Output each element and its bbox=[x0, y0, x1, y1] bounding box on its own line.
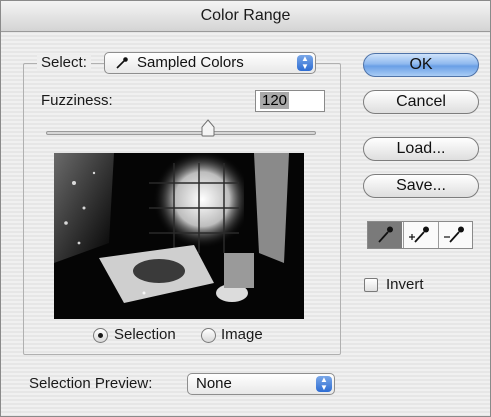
eyedropper-tool-group bbox=[367, 221, 473, 249]
selection-preview-image bbox=[54, 153, 304, 319]
radio-selection-label: Selection bbox=[114, 326, 176, 343]
selection-preview-label: Selection Preview: bbox=[29, 375, 153, 392]
popup-arrows-icon: ▲ ▼ bbox=[297, 55, 313, 71]
fuzziness-input[interactable]: 120 bbox=[255, 90, 325, 112]
select-label: Select: bbox=[37, 54, 91, 71]
save-button[interactable]: Save... bbox=[363, 174, 479, 198]
selection-preview-popup[interactable]: None ▲ ▼ bbox=[187, 373, 335, 395]
select-value: Sampled Colors bbox=[137, 54, 244, 71]
invert-label: Invert bbox=[386, 276, 424, 293]
selection-preview-value: None bbox=[196, 375, 232, 392]
fuzziness-slider-track[interactable] bbox=[46, 131, 316, 135]
eyedropper-minus-icon bbox=[444, 226, 464, 243]
load-button[interactable]: Load... bbox=[363, 137, 479, 161]
popup-arrows-icon: ▲ ▼ bbox=[316, 376, 332, 392]
radio-image-label: Image bbox=[221, 326, 263, 343]
select-popup[interactable]: Sampled Colors ▲ ▼ bbox=[104, 52, 316, 74]
invert-checkbox[interactable] bbox=[364, 278, 378, 292]
ok-button[interactable]: OK bbox=[363, 53, 479, 77]
eyedropper-plus-icon bbox=[409, 226, 429, 243]
eyedropper-icon bbox=[378, 226, 393, 243]
radio-image[interactable] bbox=[201, 328, 216, 343]
fuzziness-label: Fuzziness: bbox=[41, 92, 113, 109]
cancel-button[interactable]: Cancel bbox=[363, 90, 479, 114]
eyedropper-subtract-tool[interactable] bbox=[438, 222, 472, 248]
fuzziness-slider-thumb[interactable] bbox=[200, 119, 216, 137]
color-range-dialog: Color Range Select: Sampled Colors ▲ ▼ Fu… bbox=[0, 0, 491, 417]
dialog-title: Color Range bbox=[1, 1, 490, 32]
eyedropper-add-tool[interactable] bbox=[403, 222, 437, 248]
radio-selection[interactable] bbox=[93, 328, 108, 343]
eyedropper-icon bbox=[116, 57, 128, 69]
eyedropper-tool[interactable] bbox=[368, 222, 402, 248]
